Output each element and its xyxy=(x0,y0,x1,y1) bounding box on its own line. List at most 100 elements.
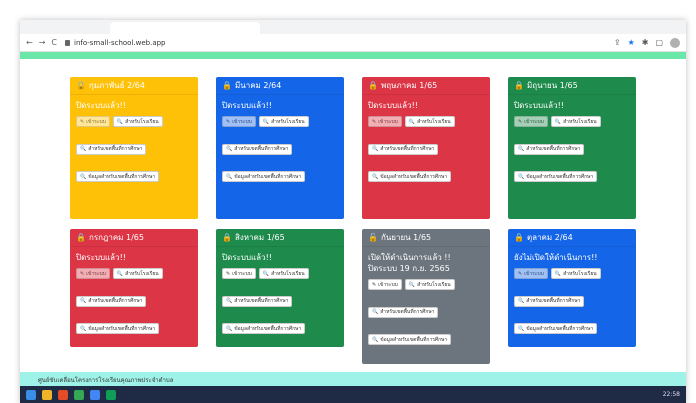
area-data-button[interactable]: 🔍 ข้อมูลสำหรับเขตพื้นที่การศึกษา xyxy=(368,171,452,183)
search-icon: 🔍 xyxy=(80,325,87,332)
school-button[interactable]: 🔍 สำหรับโรงเรียน xyxy=(112,116,163,128)
search-icon: 🔍 xyxy=(372,146,379,153)
school-button[interactable]: 🔍 สำหรับโรงเรียน xyxy=(258,268,309,280)
lock-icon: 🔒 xyxy=(514,233,524,242)
card-status: ปิดระบบแล้ว!! xyxy=(514,101,564,110)
area-data-button[interactable]: 🔍 ข้อมูลสำหรับเขตพื้นที่การศึกษา xyxy=(514,171,598,183)
address-bar[interactable]: info-small-school.web.app xyxy=(65,39,614,47)
bookmark-star-icon[interactable]: ★ xyxy=(628,38,635,47)
search-icon: 🔍 xyxy=(372,336,379,343)
browser-window: ← → C info-small-school.web.app ⇪ ★ ✱ ▢ … xyxy=(20,20,686,403)
close-date: ปิดระบบ 19 ก.ย. 2565 xyxy=(368,264,450,274)
search-icon: 🔍 xyxy=(80,173,87,180)
area-button[interactable]: 🔍 สำหรับเขตพื้นที่การศึกษา xyxy=(222,143,293,155)
area-data-button[interactable]: 🔍 ข้อมูลสำหรับเขตพื้นที่การศึกษา xyxy=(222,171,306,183)
area-button[interactable]: 🔍 สำหรับเขตพื้นที่การศึกษา xyxy=(76,295,147,307)
pencil-icon: ✎ xyxy=(372,118,377,125)
pencil-icon: ✎ xyxy=(518,270,523,277)
card-header: 🔒 ตุลาคม 2/64 xyxy=(508,229,636,247)
chrome-icon[interactable] xyxy=(74,389,84,400)
login-button[interactable]: ✎ เข้าระบบ xyxy=(368,279,402,291)
search-icon: 🔍 xyxy=(408,281,416,288)
card-status: เปิดให้ดำเนินการแล้ว !! ปิดระบบ 19 ก.ย. 2… xyxy=(368,252,484,274)
lock-icon xyxy=(65,39,70,46)
app-icon[interactable] xyxy=(58,389,68,400)
app-icon[interactable] xyxy=(106,389,116,400)
card-status: ยังไม่เปิดให้ดำเนินการ!! xyxy=(514,253,598,262)
school-button[interactable]: 🔍 สำหรับโรงเรียน xyxy=(550,116,601,128)
lock-icon: 🔒 xyxy=(76,81,86,90)
browser-tab[interactable] xyxy=(110,22,260,34)
login-button[interactable]: ✎ เข้าระบบ xyxy=(514,116,548,128)
app-icon[interactable] xyxy=(90,389,100,400)
school-button[interactable]: 🔍 สำหรับโรงเรียน xyxy=(550,268,601,280)
folder-icon[interactable] xyxy=(42,389,52,400)
search-icon: 🔍 xyxy=(518,298,525,305)
search-icon: 🔍 xyxy=(372,309,379,316)
school-button[interactable]: 🔍 สำหรับโรงเรียน xyxy=(404,279,455,291)
search-icon: 🔍 xyxy=(226,325,233,332)
area-button[interactable]: 🔍 สำหรับเขตพื้นที่การศึกษา xyxy=(76,143,147,155)
login-button[interactable]: ✎ เข้าระบบ xyxy=(222,268,256,280)
login-button[interactable]: ✎ เข้าระบบ xyxy=(368,116,402,128)
back-icon[interactable]: ← xyxy=(26,38,33,47)
search-icon: 🔍 xyxy=(226,298,233,305)
area-data-button[interactable]: 🔍 ข้อมูลสำหรับเขตพื้นที่การศึกษา xyxy=(368,334,452,346)
area-data-button[interactable]: 🔍 ข้อมูลสำหรับเขตพื้นที่การศึกษา xyxy=(514,323,598,335)
os-taskbar: 22:58 xyxy=(20,386,686,403)
pencil-icon: ✎ xyxy=(226,270,231,277)
school-button[interactable]: 🔍 สำหรับโรงเรียน xyxy=(112,268,163,280)
window-icon[interactable]: ▢ xyxy=(655,38,663,47)
card-status: ปิดระบบแล้ว!! xyxy=(76,253,126,262)
browser-toolbar: ← → C info-small-school.web.app ⇪ ★ ✱ ▢ xyxy=(20,34,686,52)
school-button[interactable]: 🔍 สำหรับโรงเรียน xyxy=(404,116,455,128)
profile-avatar[interactable] xyxy=(670,37,680,48)
card-october: 🔒 ตุลาคม 2/64 ยังไม่เปิดให้ดำเนินการ!! ✎ เ… xyxy=(508,229,636,347)
unlock-icon: 🔓 xyxy=(368,233,378,242)
area-data-button[interactable]: 🔍 ข้อมูลสำหรับเขตพื้นที่การศึกษา xyxy=(76,171,160,183)
card-august: 🔒 สิงหาคม 1/65 ปิดระบบแล้ว!! ✎ เข้าระบบ 🔍 ส… xyxy=(216,229,344,347)
search-icon: 🔍 xyxy=(116,270,124,277)
start-icon[interactable] xyxy=(26,389,36,400)
pencil-icon: ✎ xyxy=(80,270,85,277)
page-footer: ศูนย์ขับเคลื่อนโครงการโรงเรียนคุณภาพประจ… xyxy=(20,372,686,386)
area-data-button[interactable]: 🔍 ข้อมูลสำหรับเขตพื้นที่การศึกษา xyxy=(76,323,160,335)
area-button[interactable]: 🔍 สำหรับเขตพื้นที่การศึกษา xyxy=(222,295,293,307)
lock-icon: 🔒 xyxy=(514,81,524,90)
area-button[interactable]: 🔍 สำหรับเขตพื้นที่การศึกษา xyxy=(368,143,439,155)
login-button[interactable]: ✎ เข้าระบบ xyxy=(76,116,110,128)
login-button[interactable]: ✎ เข้าระบบ xyxy=(76,268,110,280)
card-september: 🔓 กันยายน 1/65 เปิดให้ดำเนินการแล้ว !! ปิด… xyxy=(362,229,490,364)
area-data-button[interactable]: 🔍 ข้อมูลสำหรับเขตพื้นที่การศึกษา xyxy=(222,323,306,335)
search-icon: 🔍 xyxy=(518,173,525,180)
login-button[interactable]: ✎ เข้าระบบ xyxy=(222,116,256,128)
share-icon[interactable]: ⇪ xyxy=(614,38,621,47)
pencil-icon: ✎ xyxy=(372,281,377,288)
search-icon: 🔍 xyxy=(262,118,270,125)
card-title: พฤษภาคม 1/65 xyxy=(380,81,438,90)
school-button[interactable]: 🔍 สำหรับโรงเรียน xyxy=(258,116,309,128)
card-title: กันยายน 1/65 xyxy=(380,233,432,242)
card-title: ตุลาคม 2/64 xyxy=(526,233,573,242)
card-status: ปิดระบบแล้ว!! xyxy=(76,101,126,110)
tab-strip xyxy=(20,20,686,34)
lock-icon: 🔒 xyxy=(222,81,232,90)
card-may: 🔒 พฤษภาคม 1/65 ปิดระบบแล้ว!! ✎ เข้าระบบ 🔍 ส… xyxy=(362,77,490,219)
forward-icon[interactable]: → xyxy=(39,38,46,47)
extensions-icon[interactable]: ✱ xyxy=(642,38,649,47)
card-header: 🔓 กันยายน 1/65 xyxy=(362,229,490,247)
card-july: 🔒 กรกฎาคม 1/65 ปิดระบบแล้ว!! ✎ เข้าระบบ 🔍 ส… xyxy=(70,229,198,347)
card-header: 🔒 มิถุนายน 1/65 xyxy=(508,77,636,95)
card-june: 🔒 มิถุนายน 1/65 ปิดระบบแล้ว!! ✎ เข้าระบบ 🔍… xyxy=(508,77,636,219)
login-button[interactable]: ✎ เข้าระบบ xyxy=(514,268,548,280)
page-content: 🔒 กุมภาพันธ์ 2/64 ปิดระบบแล้ว!! ✎ เข้าระบบ… xyxy=(20,59,686,391)
area-button[interactable]: 🔍 สำหรับเขตพื้นที่การศึกษา xyxy=(514,295,585,307)
area-button[interactable]: 🔍 สำหรับเขตพื้นที่การศึกษา xyxy=(368,306,439,318)
search-icon: 🔍 xyxy=(554,270,562,277)
lock-icon: 🔒 xyxy=(76,233,86,242)
search-icon: 🔍 xyxy=(372,173,379,180)
pencil-icon: ✎ xyxy=(518,118,523,125)
reload-icon[interactable]: C xyxy=(51,38,57,47)
area-button[interactable]: 🔍 สำหรับเขตพื้นที่การศึกษา xyxy=(514,143,585,155)
search-icon: 🔍 xyxy=(80,298,87,305)
